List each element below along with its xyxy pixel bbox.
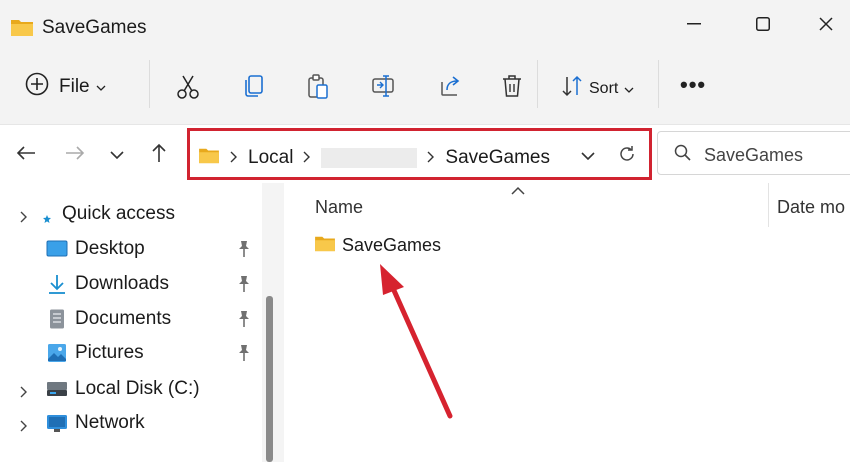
back-button[interactable] bbox=[12, 143, 40, 167]
close-button[interactable] bbox=[806, 10, 846, 38]
maximize-button[interactable] bbox=[743, 10, 783, 38]
sidebar-item-network[interactable]: Network bbox=[0, 408, 262, 438]
search-icon bbox=[674, 144, 692, 167]
chevron-right-icon bbox=[303, 147, 311, 169]
sidebar-item-desktop[interactable]: Desktop bbox=[0, 234, 262, 264]
breadcrumb-local[interactable]: Local bbox=[248, 147, 293, 169]
drive-icon bbox=[46, 379, 68, 399]
chevron-right-icon[interactable] bbox=[20, 416, 28, 438]
list-item[interactable]: SaveGames bbox=[314, 234, 441, 257]
pin-icon[interactable] bbox=[236, 344, 252, 368]
arrow-up-icon bbox=[151, 143, 167, 168]
star-icon bbox=[42, 208, 64, 228]
folder-icon bbox=[314, 234, 336, 257]
search-input[interactable]: SaveGames bbox=[657, 131, 850, 175]
up-button[interactable] bbox=[145, 143, 173, 167]
folder-icon bbox=[10, 17, 34, 42]
sidebar-item-label: Documents bbox=[75, 308, 172, 329]
column-header-date-modified[interactable]: Date mo bbox=[777, 197, 845, 218]
trash-icon bbox=[501, 74, 523, 103]
navigation-bar: Local SaveGames SaveGames bbox=[0, 124, 850, 182]
minimize-button[interactable] bbox=[674, 10, 714, 38]
arrow-left-icon bbox=[16, 145, 36, 166]
sidebar-item-label: Pictures bbox=[75, 342, 144, 363]
scissors-icon bbox=[176, 74, 200, 105]
file-name: SaveGames bbox=[342, 235, 442, 255]
pin-icon[interactable] bbox=[236, 240, 252, 264]
toolbar-divider bbox=[658, 60, 659, 108]
desktop-icon bbox=[46, 239, 68, 259]
sidebar-item-label: Network bbox=[75, 412, 145, 433]
file-list: Name Date mo SaveGames bbox=[284, 183, 850, 462]
plus-circle-icon bbox=[25, 72, 49, 101]
toolbar-divider bbox=[149, 60, 150, 108]
download-icon bbox=[46, 274, 68, 294]
sort-label: Sort bbox=[589, 79, 619, 97]
copy-button[interactable] bbox=[243, 74, 265, 103]
sidebar-item-quick-access[interactable]: Quick access bbox=[0, 199, 262, 229]
chevron-down-icon bbox=[624, 80, 634, 98]
sort-arrows-icon bbox=[561, 75, 583, 102]
sidebar-item-downloads[interactable]: Downloads bbox=[0, 269, 262, 299]
network-icon bbox=[46, 413, 68, 433]
title-bar: SaveGames bbox=[0, 0, 850, 50]
rename-button[interactable] bbox=[371, 74, 397, 103]
share-icon bbox=[439, 74, 463, 103]
paste-button[interactable] bbox=[307, 74, 329, 105]
sort-ascending-icon bbox=[511, 183, 525, 201]
pictures-icon bbox=[46, 343, 68, 363]
command-bar: File Sort ••• bbox=[0, 50, 850, 124]
breadcrumb-redacted[interactable] bbox=[321, 148, 418, 168]
new-file-button[interactable]: File bbox=[25, 72, 106, 101]
cut-button[interactable] bbox=[176, 74, 200, 105]
chevron-right-icon[interactable] bbox=[20, 207, 28, 229]
sidebar-item-pictures[interactable]: Pictures bbox=[0, 338, 262, 368]
pin-icon[interactable] bbox=[236, 275, 252, 299]
copy-icon bbox=[243, 74, 265, 103]
rename-icon bbox=[371, 74, 397, 103]
arrow-right-icon bbox=[65, 145, 85, 166]
chevron-right-icon[interactable] bbox=[20, 382, 28, 404]
chevron-down-icon[interactable] bbox=[581, 147, 595, 165]
column-divider[interactable] bbox=[768, 183, 769, 227]
forward-button[interactable] bbox=[61, 143, 89, 167]
sidebar-item-local-disk[interactable]: Local Disk (C:) bbox=[0, 374, 262, 404]
breadcrumb: Local SaveGames bbox=[198, 146, 550, 170]
sidebar-item-label: Quick access bbox=[62, 203, 175, 224]
more-icon: ••• bbox=[680, 72, 707, 97]
sidebar-item-label: Downloads bbox=[75, 273, 169, 294]
more-options-button[interactable]: ••• bbox=[680, 72, 706, 98]
breadcrumb-savegames[interactable]: SaveGames bbox=[445, 147, 550, 169]
column-header-name[interactable]: Name bbox=[315, 197, 363, 218]
window-title: SaveGames bbox=[42, 17, 147, 38]
sort-button[interactable]: Sort bbox=[561, 75, 634, 102]
sidebar-item-label: Desktop bbox=[75, 238, 145, 259]
sidebar-item-label: Local Disk (C:) bbox=[75, 378, 200, 399]
toolbar-divider bbox=[537, 60, 538, 108]
delete-button[interactable] bbox=[501, 74, 523, 103]
address-bar[interactable]: Local SaveGames bbox=[187, 128, 652, 180]
chevron-right-icon bbox=[427, 147, 435, 169]
folder-icon bbox=[198, 146, 220, 170]
recent-locations-button[interactable] bbox=[103, 143, 131, 167]
share-button[interactable] bbox=[439, 74, 463, 103]
navigation-pane: Quick access Desktop Downloads Documents bbox=[0, 183, 262, 462]
documents-icon bbox=[46, 309, 68, 329]
sidebar-scrollbar-thumb[interactable] bbox=[266, 296, 273, 462]
chevron-down-icon bbox=[110, 146, 124, 164]
sidebar-item-documents[interactable]: Documents bbox=[0, 304, 262, 334]
chevron-down-icon bbox=[96, 78, 106, 96]
search-placeholder: SaveGames bbox=[704, 145, 804, 165]
chevron-right-icon bbox=[230, 147, 238, 169]
refresh-icon[interactable] bbox=[618, 145, 636, 168]
file-label: File bbox=[59, 75, 90, 97]
pin-icon[interactable] bbox=[236, 310, 252, 334]
clipboard-icon bbox=[307, 74, 329, 105]
